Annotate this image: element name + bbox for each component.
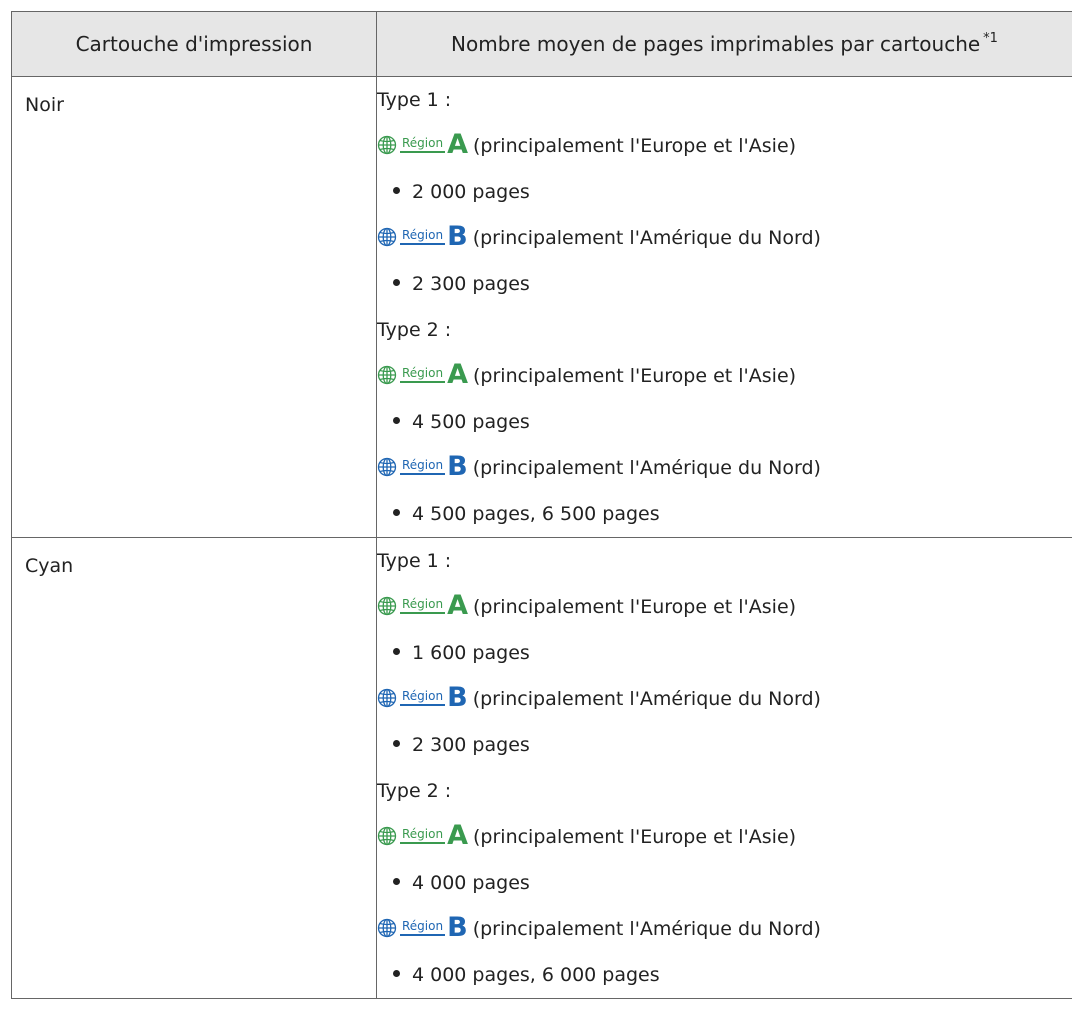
footnote-marker: *1 (983, 31, 998, 46)
bullet-icon (393, 417, 400, 424)
type-label: Type 1 : (377, 89, 452, 111)
region-line: Région B (principalement l'Amérique du Nor… (377, 906, 1072, 952)
pages-value: 1 600 pages (412, 642, 530, 664)
region-line: Région B (principalement l'Amérique du Nor… (377, 445, 1072, 491)
region-line: Région B (principalement l'Amérique du Nor… (377, 215, 1072, 261)
pages-value: 4 500 pages, 6 500 pages (412, 503, 660, 525)
region-letter: B (447, 681, 468, 713)
region-letter: A (447, 358, 468, 390)
header-cartridge-label: Cartouche d'impression (75, 32, 313, 56)
bullet-icon (393, 648, 400, 655)
cartridge-name: Cyan (25, 555, 74, 577)
region-description: (principalement l'Amérique du Nord) (472, 457, 821, 479)
region-word: Région (400, 919, 446, 936)
header-cartridge: Cartouche d'impression (11, 11, 377, 77)
region-b-badge: Région B (377, 450, 471, 482)
type-label: Type 2 : (377, 780, 452, 802)
pages-list-item: 2 300 pages (377, 261, 1072, 307)
region-description: (principalement l'Europe et l'Asie) (473, 826, 797, 848)
pages-value: 2 300 pages (412, 273, 530, 295)
cartridge-name: Noir (25, 94, 64, 116)
region-a-badge: Région A (377, 128, 471, 160)
pages-value: 4 000 pages (412, 872, 530, 894)
globe-icon (377, 135, 397, 154)
bullet-icon (393, 509, 400, 516)
globe-icon (377, 596, 397, 615)
globe-icon (377, 457, 397, 476)
pages-cell: Type 1 : Région A (principalement l'Europe… (376, 537, 1072, 999)
region-description: (principalement l'Amérique du Nord) (472, 688, 821, 710)
region-word: Région (400, 827, 446, 844)
pages-value: 4 000 pages, 6 000 pages (412, 964, 660, 986)
region-description: (principalement l'Amérique du Nord) (472, 918, 821, 940)
header-average-pages: Nombre moyen de pages imprimables par ca… (376, 11, 1072, 77)
region-word: Région (400, 136, 446, 153)
table-header-row: Cartouche d'impression Nombre moyen de p… (11, 11, 1072, 77)
region-line: Région A (principalement l'Europe et l'Asi… (377, 584, 1072, 630)
region-description: (principalement l'Amérique du Nord) (472, 227, 821, 249)
region-word: Région (400, 689, 446, 706)
region-line: Région B (principalement l'Amérique du Nor… (377, 676, 1072, 722)
pages-list-item: 1 600 pages (377, 630, 1072, 676)
pages-list-item: 2 300 pages (377, 722, 1072, 768)
pages-list-item: 2 000 pages (377, 169, 1072, 215)
pages-list-item: 4 000 pages (377, 860, 1072, 906)
globe-icon (377, 688, 397, 707)
region-letter: A (447, 128, 468, 160)
region-description: (principalement l'Europe et l'Asie) (473, 596, 797, 618)
cartridge-name-cell: Noir (11, 76, 377, 538)
region-letter: B (447, 450, 468, 482)
bullet-icon (393, 970, 400, 977)
region-line: Région A (principalement l'Europe et l'Asi… (377, 123, 1072, 169)
region-letter: A (447, 589, 468, 621)
region-line: Région A (principalement l'Europe et l'Asi… (377, 814, 1072, 860)
region-line: Région A (principalement l'Europe et l'Asi… (377, 353, 1072, 399)
region-letter: B (447, 911, 468, 943)
region-letter: B (447, 220, 468, 252)
globe-icon (377, 227, 397, 246)
pages-value: 2 000 pages (412, 181, 530, 203)
region-b-badge: Région B (377, 220, 471, 252)
type-label: Type 2 : (377, 319, 452, 341)
globe-icon (377, 918, 397, 937)
header-average-pages-label: Nombre moyen de pages imprimables par ca… (451, 32, 981, 56)
region-word: Région (400, 366, 446, 383)
globe-icon (377, 826, 397, 845)
region-b-badge: Région B (377, 911, 471, 943)
pages-list-item: 4 000 pages, 6 000 pages (377, 952, 1072, 998)
region-description: (principalement l'Europe et l'Asie) (473, 135, 797, 157)
bullet-icon (393, 187, 400, 194)
region-b-badge: Région B (377, 681, 471, 713)
region-word: Région (400, 228, 446, 245)
region-description: (principalement l'Europe et l'Asie) (473, 365, 797, 387)
region-a-badge: Région A (377, 358, 471, 390)
region-a-badge: Région A (377, 589, 471, 621)
document-page: Cartouche d'impression Nombre moyen de p… (0, 0, 1072, 1026)
bullet-icon (393, 740, 400, 747)
bullet-icon (393, 279, 400, 286)
pages-list-item: 4 500 pages, 6 500 pages (377, 491, 1072, 537)
region-word: Région (400, 458, 446, 475)
bullet-icon (393, 878, 400, 885)
region-a-badge: Région A (377, 819, 471, 851)
pages-cell: Type 1 : Région A (principalement l'Europe… (376, 76, 1072, 538)
pages-list-item: 4 500 pages (377, 399, 1072, 445)
pages-value: 4 500 pages (412, 411, 530, 433)
pages-value: 2 300 pages (412, 734, 530, 756)
region-word: Région (400, 597, 446, 614)
cartridge-yield-table: Cartouche d'impression Nombre moyen de p… (11, 11, 1072, 999)
type-label: Type 1 : (377, 550, 452, 572)
globe-icon (377, 365, 397, 384)
table-row-noir: Noir Type 1 : Région A (principalement l'E… (11, 76, 1072, 538)
region-letter: A (447, 819, 468, 851)
table-row-cyan: Cyan Type 1 : Région A (principalement l'E… (11, 537, 1072, 999)
cartridge-name-cell: Cyan (11, 537, 377, 999)
